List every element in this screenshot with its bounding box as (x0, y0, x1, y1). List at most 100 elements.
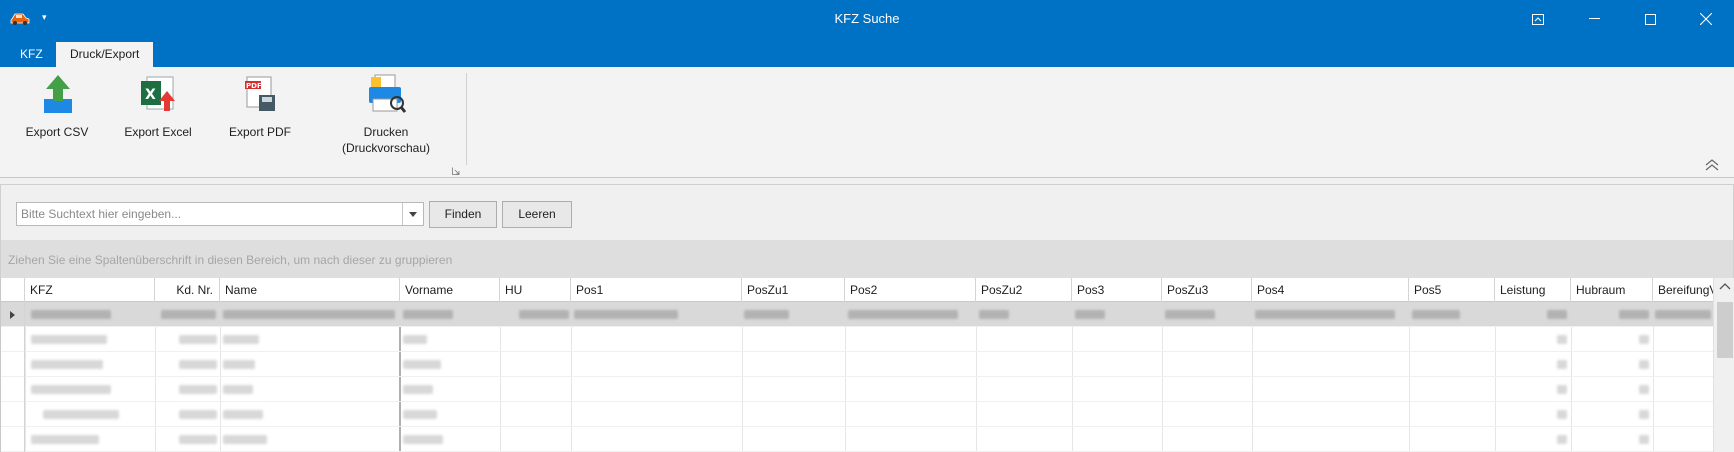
table-row[interactable] (1, 327, 1713, 352)
blurred-cell (1557, 410, 1567, 419)
blurred-cell (31, 335, 107, 344)
blurred-cell (223, 410, 263, 419)
column-header-poszu3[interactable]: PosZu3 (1162, 278, 1252, 302)
column-header-pos3[interactable]: Pos3 (1072, 278, 1162, 302)
column-header-pos1[interactable]: Pos1 (571, 278, 742, 302)
search-panel: Finden Leeren (0, 184, 1734, 240)
export-csv-icon (44, 75, 72, 113)
tab-kfz[interactable]: KFZ (6, 42, 57, 67)
blurred-cell (1557, 435, 1567, 444)
current-row-icon (10, 310, 15, 319)
blurred-cell (1255, 310, 1395, 319)
blurred-cell (1547, 310, 1567, 319)
chevron-down-icon (409, 211, 417, 217)
blurred-cell (179, 435, 217, 444)
export-pdf-icon: PDF (245, 76, 275, 111)
export-excel-button[interactable]: X Export Excel (118, 73, 198, 140)
blurred-cell (1655, 310, 1711, 319)
blurred-cell (403, 410, 437, 419)
blurred-cell (519, 310, 569, 319)
blurred-cell (1557, 360, 1567, 369)
export-csv-button[interactable]: Export CSV (18, 73, 96, 140)
blurred-cell (223, 385, 253, 394)
print-preview-button[interactable]: Drucken (Druckvorschau) (336, 73, 436, 156)
row-indicator (1, 377, 25, 402)
row-indicator (1, 427, 25, 452)
header-row-indicator (1, 278, 25, 302)
group-by-panel[interactable]: Ziehen Sie eine Spaltenüberschrift in di… (0, 240, 1734, 278)
close-icon (1700, 13, 1712, 25)
search-history-dropdown[interactable] (402, 203, 423, 225)
find-button[interactable]: Finden (429, 201, 497, 228)
blurred-cell (1557, 385, 1567, 394)
restore-ribbon-button[interactable] (1510, 0, 1566, 38)
table-row[interactable] (1, 377, 1713, 402)
blurred-cell (1557, 335, 1567, 344)
scroll-up-icon[interactable] (1719, 282, 1731, 290)
results-grid[interactable]: KFZ Kd. Nr. Name Vorname HU Pos1 PosZu1 … (0, 278, 1734, 452)
blurred-cell (1619, 310, 1649, 319)
column-header-pos4[interactable]: Pos4 (1252, 278, 1409, 302)
column-header-pos2[interactable]: Pos2 (845, 278, 976, 302)
ribbon-panel: Export CSV X Export Excel PDF Export PDF (0, 67, 1734, 178)
export-csv-label: Export CSV (25, 125, 89, 139)
export-pdf-button[interactable]: PDF Export PDF (222, 73, 298, 140)
blurred-cell (1639, 435, 1649, 444)
blurred-cell (179, 410, 217, 419)
group-by-hint: Ziehen Sie eine Spaltenüberschrift in di… (8, 253, 453, 267)
export-excel-icon: X (141, 76, 175, 111)
restore-ribbon-icon (1532, 13, 1544, 25)
blurred-cell (574, 310, 678, 319)
collapse-ribbon-icon[interactable] (1704, 159, 1720, 171)
column-header-hubraum[interactable]: Hubraum (1571, 278, 1653, 302)
minimize-icon (1588, 18, 1600, 19)
column-header-kfz[interactable]: KFZ (25, 278, 155, 302)
table-row[interactable] (1, 427, 1713, 452)
row-indicator (1, 327, 25, 352)
svg-text:X: X (145, 87, 156, 103)
column-header-bereifung-vorn[interactable]: BereifungVorn (1653, 278, 1713, 302)
search-input[interactable] (16, 202, 424, 226)
clear-button[interactable]: Leeren (502, 201, 572, 228)
blurred-cell (1639, 385, 1649, 394)
row-indicator (1, 402, 25, 427)
print-preview-label-2: (Druckvorschau) (341, 141, 431, 155)
blurred-cell (403, 335, 427, 344)
column-header-vorname[interactable]: Vorname (400, 278, 500, 302)
column-header-hu[interactable]: HU (500, 278, 571, 302)
maximize-icon (1644, 13, 1656, 25)
maximize-button[interactable] (1622, 0, 1678, 38)
column-header-poszu1[interactable]: PosZu1 (742, 278, 845, 302)
blurred-cell (1639, 360, 1649, 369)
vertical-scrollbar[interactable] (1713, 278, 1734, 452)
blurred-cell (31, 310, 111, 319)
blurred-cell (403, 435, 443, 444)
blurred-cell (744, 310, 789, 319)
column-header-pos5[interactable]: Pos5 (1409, 278, 1495, 302)
column-header-kd-nr[interactable]: Kd. Nr. (155, 278, 220, 302)
print-preview-label-1: Drucken (363, 125, 409, 139)
minimize-button[interactable] (1566, 0, 1622, 38)
tab-druck-export[interactable]: Druck/Export (56, 42, 154, 67)
column-header-poszu2[interactable]: PosZu2 (976, 278, 1072, 302)
svg-text:PDF: PDF (246, 82, 262, 90)
grid-header: KFZ Kd. Nr. Name Vorname HU Pos1 PosZu1 … (1, 278, 1713, 302)
print-preview-icon (369, 74, 407, 113)
blurred-cell (403, 385, 433, 394)
row-indicator (1, 352, 25, 377)
window-title: KFZ Suche (834, 11, 900, 26)
table-row[interactable] (1, 402, 1713, 427)
blurred-cell (848, 310, 958, 319)
table-row[interactable] (1, 302, 1713, 327)
column-header-name[interactable]: Name (220, 278, 400, 302)
blurred-cell (1412, 310, 1460, 319)
dialog-launcher-icon[interactable] (452, 167, 460, 175)
blurred-cell (179, 385, 217, 394)
blurred-cell (223, 335, 259, 344)
close-button[interactable] (1678, 0, 1734, 38)
column-header-leistung[interactable]: Leistung (1495, 278, 1571, 302)
blurred-cell (1639, 410, 1649, 419)
table-row[interactable] (1, 352, 1713, 377)
scrollbar-thumb[interactable] (1717, 302, 1733, 358)
blurred-cell (979, 310, 1009, 319)
